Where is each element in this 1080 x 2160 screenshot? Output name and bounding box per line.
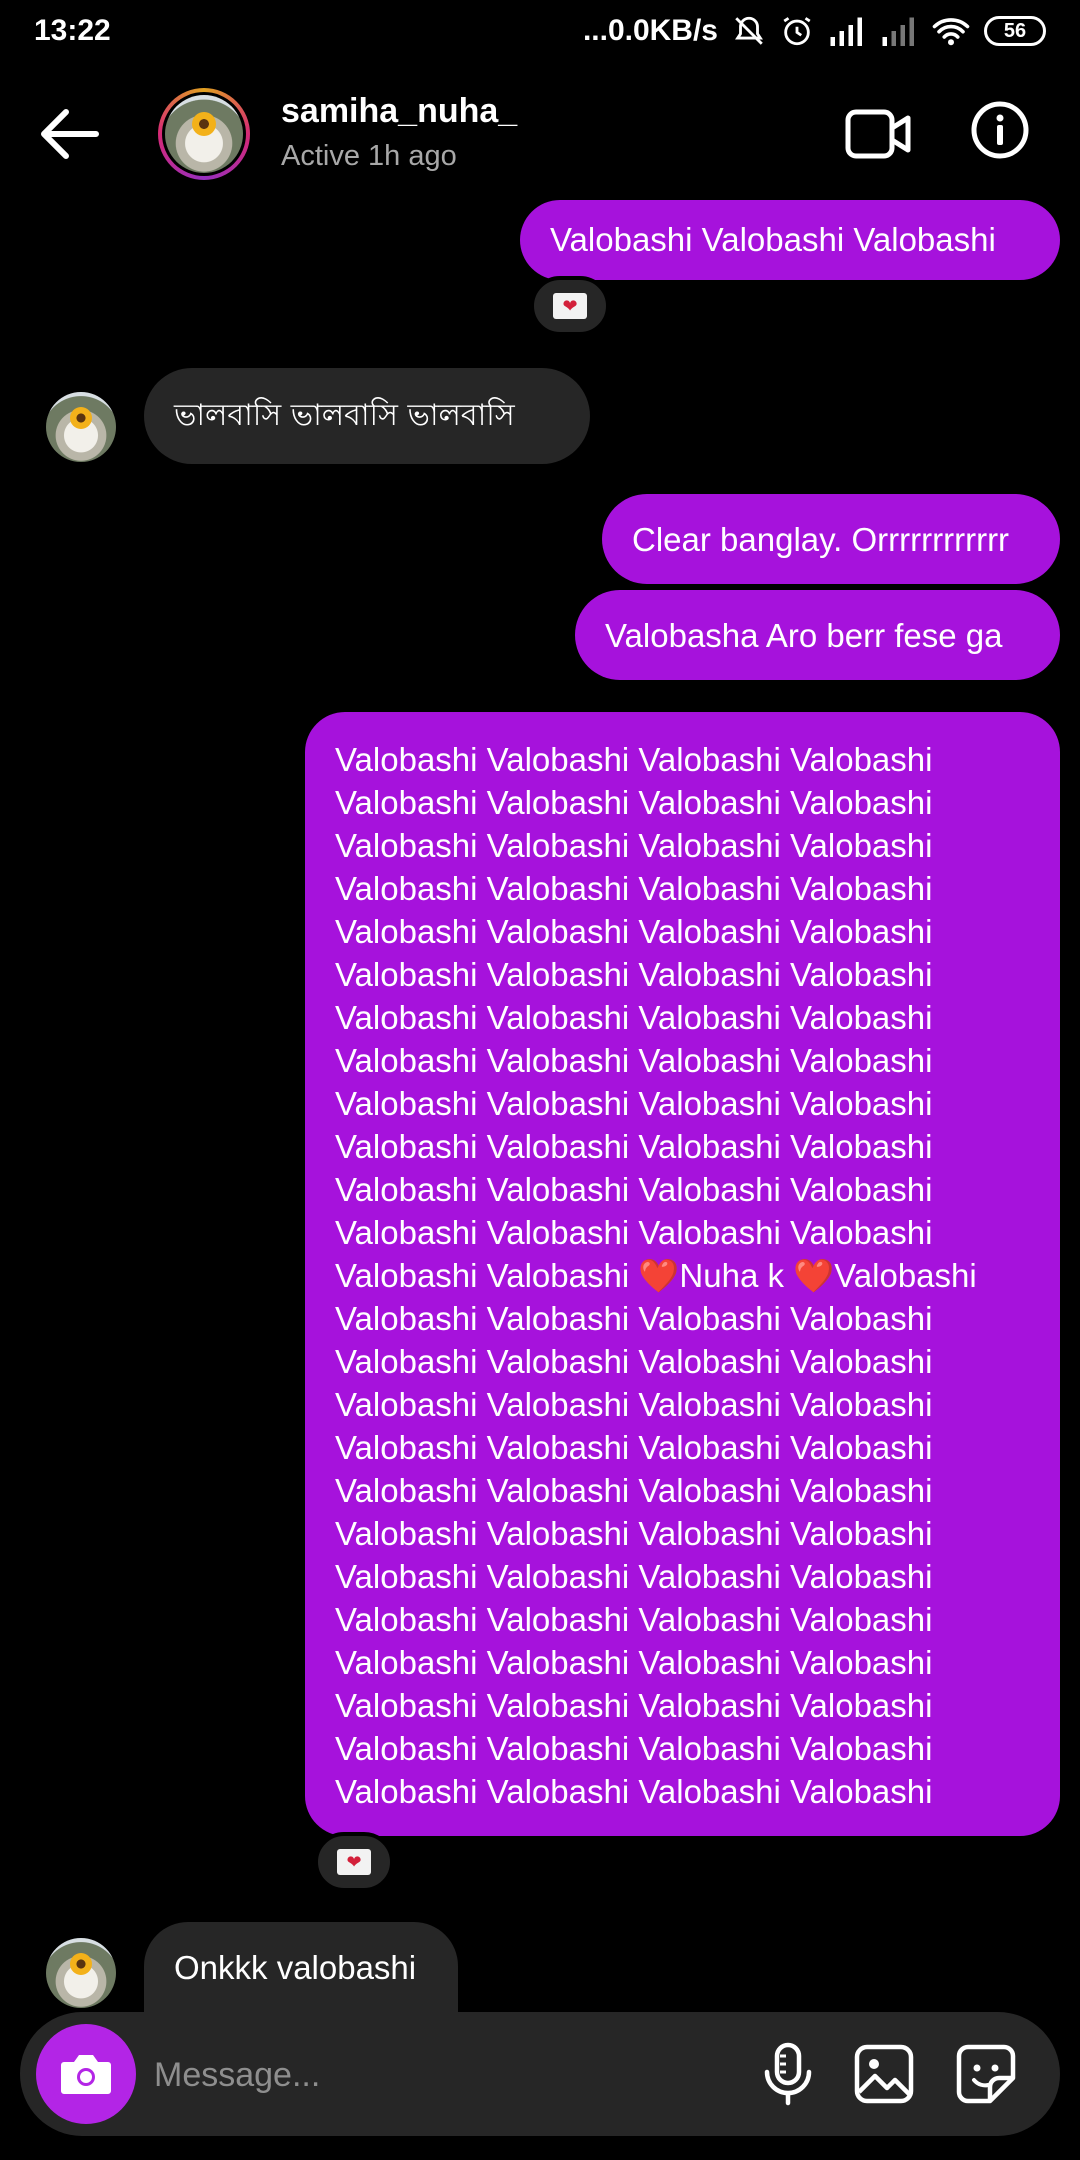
gallery-icon[interactable] — [852, 2042, 916, 2106]
message-text: Clear banglay. Orrrrrrrrrrrr — [632, 521, 1010, 558]
sender-avatar[interactable] — [46, 392, 116, 462]
message-sent[interactable]: Valobashi Valobashi Valobashi — [520, 200, 1060, 280]
message-text-line: Valobashi Valobashi Valobashi Valobashi — [335, 1128, 933, 1165]
message-composer — [20, 2012, 1060, 2136]
signal-weak-icon — [880, 16, 918, 46]
message-text-line: Valobashi Valobashi Valobashi Valobashi — [335, 741, 933, 778]
chat-username[interactable]: samiha_nuha_ — [281, 92, 517, 131]
message-input[interactable] — [152, 2042, 716, 2108]
message-text-line: Valobashi Valobashi Valobashi Valobashi — [335, 1773, 933, 1810]
profile-avatar[interactable] — [158, 88, 250, 180]
network-speed: ...0.0KB/s — [582, 14, 718, 47]
message-text: Valobashi Valobashi Valobashi — [550, 221, 996, 258]
active-status: Active 1h ago — [281, 140, 457, 172]
status-icons: ...0.0KB/s 56 — [583, 14, 1046, 48]
status-time: 13:22 — [34, 14, 111, 47]
mute-icon — [732, 14, 766, 48]
message-text-line: Valobashi Valobashi Valobashi Valobashi — [335, 784, 933, 821]
message-text-line: Valobashi Valobashi Valobashi Valobashi — [335, 1085, 933, 1122]
sticker-icon[interactable] — [954, 2042, 1018, 2106]
message-text-line: Valobashi Valobashi Valobashi Valobashi — [335, 999, 933, 1036]
message-text-line: Valobashi Valobashi Valobashi Valobashi — [335, 1730, 933, 1767]
message-text-line: Valobashi Valobashi Valobashi Valobashi — [335, 1171, 933, 1208]
message-text: ভালবাসি ভালবাসি ভালবাসি — [174, 398, 515, 433]
info-icon[interactable] — [970, 100, 1030, 160]
message-text-line: Valobashi Valobashi ❤️Nuha k ❤️Valobashi — [335, 1257, 977, 1294]
message-text-line: Valobashi Valobashi Valobashi Valobashi — [335, 1042, 933, 1079]
love-letter-icon: ❤ — [553, 293, 587, 319]
chat-header: samiha_nuha_ Active 1h ago — [0, 62, 1080, 212]
message-text: Onkkk valobashi — [174, 1949, 417, 1986]
message-text-line: Valobashi Valobashi Valobashi Valobashi — [335, 1687, 933, 1724]
sender-avatar[interactable] — [46, 1938, 116, 2008]
microphone-icon[interactable] — [758, 2042, 818, 2106]
message-sent[interactable]: Valobasha Aro berr fese ga — [575, 590, 1060, 680]
message-sent-long[interactable]: Valobashi Valobashi Valobashi Valobashi V… — [305, 712, 1060, 1836]
message-reaction[interactable]: ❤ — [314, 1832, 394, 1892]
message-text-line: Valobashi Valobashi Valobashi Valobashi — [335, 1429, 933, 1466]
message-sent[interactable]: Clear banglay. Orrrrrrrrrrrr — [602, 494, 1060, 584]
love-letter-icon: ❤ — [337, 1849, 371, 1875]
message-text-line: Valobashi Valobashi Valobashi Valobashi — [335, 1644, 933, 1681]
message-reaction[interactable]: ❤ — [530, 276, 610, 336]
message-text-line: Valobashi Valobashi Valobashi Valobashi — [335, 827, 933, 864]
message-text-line: Valobashi Valobashi Valobashi Valobashi — [335, 1300, 933, 1337]
camera-icon[interactable] — [36, 2024, 136, 2124]
wifi-icon — [932, 16, 970, 46]
battery-icon: 56 — [984, 16, 1046, 46]
back-arrow-icon[interactable] — [36, 104, 106, 164]
message-text-line: Valobashi Valobashi Valobashi Valobashi — [335, 956, 933, 993]
message-text: Valobasha Aro berr fese ga — [605, 617, 1003, 654]
message-received[interactable]: ভালবাসি ভালবাসি ভালবাসি — [144, 368, 590, 464]
message-text-line: Valobashi Valobashi Valobashi Valobashi — [335, 1386, 933, 1423]
message-text-line: Valobashi Valobashi Valobashi Valobashi — [335, 1343, 933, 1380]
message-text-line: Valobashi Valobashi Valobashi Valobashi — [335, 1214, 933, 1251]
message-text-line: Valobashi Valobashi Valobashi Valobashi — [335, 1558, 933, 1595]
message-text-line: Valobashi Valobashi Valobashi Valobashi — [335, 1515, 933, 1552]
video-call-icon[interactable] — [844, 106, 912, 162]
message-received[interactable]: Onkkk valobashi — [144, 1922, 458, 2012]
message-text-line: Valobashi Valobashi Valobashi Valobashi — [335, 1472, 933, 1509]
status-bar: 13:22 ...0.0KB/s 56 — [0, 0, 1080, 62]
avatar-image — [165, 95, 243, 173]
message-text-line: Valobashi Valobashi Valobashi Valobashi — [335, 1601, 933, 1638]
message-text-line: Valobashi Valobashi Valobashi Valobashi — [335, 870, 933, 907]
signal-icon — [828, 16, 866, 46]
alarm-icon — [780, 14, 814, 48]
message-text-line: Valobashi Valobashi Valobashi Valobashi — [335, 913, 933, 950]
